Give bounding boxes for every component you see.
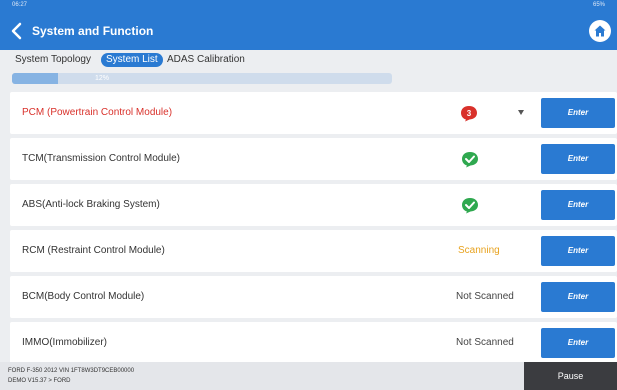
error-count: 3	[467, 109, 472, 118]
chevron-left-icon	[11, 22, 22, 40]
enter-button-tcm[interactable]: Enter	[541, 144, 615, 174]
system-row-pcm: PCM (Powertrain Control Module) 3 Enter	[10, 92, 617, 134]
system-name: RCM (Restraint Control Module)	[22, 245, 165, 256]
system-row-abs: ABS(Anti-lock Braking System) Enter	[10, 184, 617, 226]
title-bar: System and Function	[0, 12, 617, 50]
scan-status: Scanning	[458, 245, 500, 256]
tab-system-topology[interactable]: System Topology	[15, 53, 91, 67]
error-badge-icon: 3	[461, 106, 477, 122]
system-list: PCM (Powertrain Control Module) 3 Enter …	[10, 92, 617, 362]
scan-progress-bar: 12%	[12, 73, 392, 84]
enter-button-immo[interactable]: Enter	[541, 328, 615, 358]
software-version-path: DEMO V15.37 > FORD	[8, 378, 71, 384]
expand-dropdown-icon[interactable]	[518, 110, 524, 115]
system-name: PCM (Powertrain Control Module)	[22, 107, 173, 118]
enter-button-pcm[interactable]: Enter	[541, 98, 615, 128]
system-name: IMMO(Immobilizer)	[22, 337, 107, 348]
system-row-immo: IMMO(Immobilizer) Not Scanned Enter	[10, 322, 617, 362]
system-name: TCM(Transmission Control Module)	[22, 153, 180, 164]
enter-button-abs[interactable]: Enter	[541, 190, 615, 220]
vehicle-info: FORD F-350 2012 VIN 1FT8W3DT9CEB00000	[8, 368, 135, 374]
ok-check-icon	[462, 198, 478, 214]
footer-bar: FORD F-350 2012 VIN 1FT8W3DT9CEB00000 DE…	[0, 362, 617, 390]
home-button[interactable]	[589, 20, 611, 42]
scan-status: Not Scanned	[456, 337, 514, 348]
tab-system-list[interactable]: System List	[101, 53, 163, 67]
enter-button-rcm[interactable]: Enter	[541, 236, 615, 266]
home-icon	[594, 25, 606, 37]
system-name: BCM(Body Control Module)	[22, 291, 145, 302]
tab-adas-calibration[interactable]: ADAS Calibration	[167, 53, 245, 67]
ok-check-icon	[462, 152, 478, 168]
battery-level: 65%	[592, 2, 605, 8]
enter-button-bcm[interactable]: Enter	[541, 282, 615, 312]
scan-status: Not Scanned	[456, 291, 514, 302]
system-row-bcm: BCM(Body Control Module) Not Scanned Ent…	[10, 276, 617, 318]
tab-bar: System Topology System List ADAS Calibra…	[0, 50, 617, 70]
back-button[interactable]	[8, 21, 26, 41]
system-row-rcm: RCM (Restraint Control Module) Scanning …	[10, 230, 617, 272]
status-bar: 06:27 65%	[0, 0, 617, 12]
page-title: System and Function	[32, 24, 154, 38]
system-name: ABS(Anti-lock Braking System)	[22, 199, 160, 210]
progress-label: 12%	[94, 75, 109, 82]
pause-button[interactable]: Pause	[524, 362, 617, 390]
system-row-tcm: TCM(Transmission Control Module) Enter	[10, 138, 617, 180]
status-time: 06:27	[12, 2, 28, 8]
